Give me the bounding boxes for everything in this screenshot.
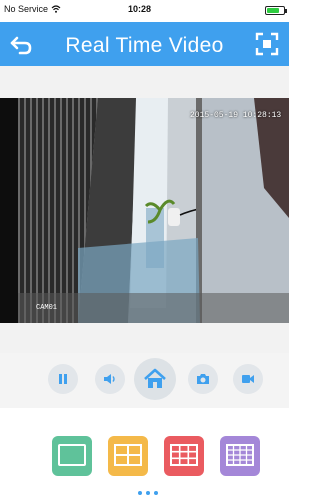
nine-view-button[interactable] — [164, 436, 204, 476]
home-icon — [144, 368, 166, 388]
camera-feed-image — [18, 98, 289, 323]
battery-icon — [265, 6, 287, 15]
four-view-button[interactable] — [108, 436, 148, 476]
single-view-button[interactable] — [52, 436, 92, 476]
volume-icon — [104, 374, 115, 384]
status-time: 10:28 — [128, 4, 152, 14]
video-player[interactable]: 2015-05-19 10:28:13 CAM01 — [0, 98, 289, 323]
single-grid-icon — [58, 444, 86, 466]
page-dot — [154, 491, 158, 495]
volume-button[interactable] — [95, 364, 125, 394]
camera-label: CAM01 — [36, 304, 58, 312]
record-button[interactable] — [233, 364, 263, 394]
top-spacer — [0, 66, 289, 98]
fullscreen-icon[interactable] — [255, 32, 279, 56]
wifi-icon — [51, 5, 61, 13]
record-video-icon — [242, 375, 254, 383]
video-frame — [18, 98, 289, 323]
page-dot — [146, 491, 150, 495]
nav-bar: Real Time Video — [0, 22, 289, 66]
video-timestamp: 2015-05-19 10:28:13 — [190, 111, 282, 120]
status-bar: No Service 10:28 — [0, 0, 289, 22]
playback-controls — [0, 353, 289, 408]
snapshot-button[interactable] — [188, 364, 218, 394]
carrier-text: No Service — [4, 4, 49, 14]
sixteen-grid-icon — [226, 444, 254, 466]
page-dot — [138, 491, 142, 495]
bottom-spacer — [0, 323, 289, 353]
carrier-info: No Service — [4, 4, 61, 14]
four-grid-icon — [114, 444, 142, 466]
home-button[interactable] — [134, 358, 176, 400]
page-title: Real Time Video — [65, 34, 224, 57]
layout-selector — [0, 408, 289, 498]
pause-icon — [59, 374, 67, 384]
sixteen-view-button[interactable] — [220, 436, 260, 476]
nine-grid-icon — [170, 444, 198, 466]
snapshot-camera-icon — [197, 374, 209, 384]
pause-button[interactable] — [48, 364, 78, 394]
page-indicator — [138, 491, 158, 495]
